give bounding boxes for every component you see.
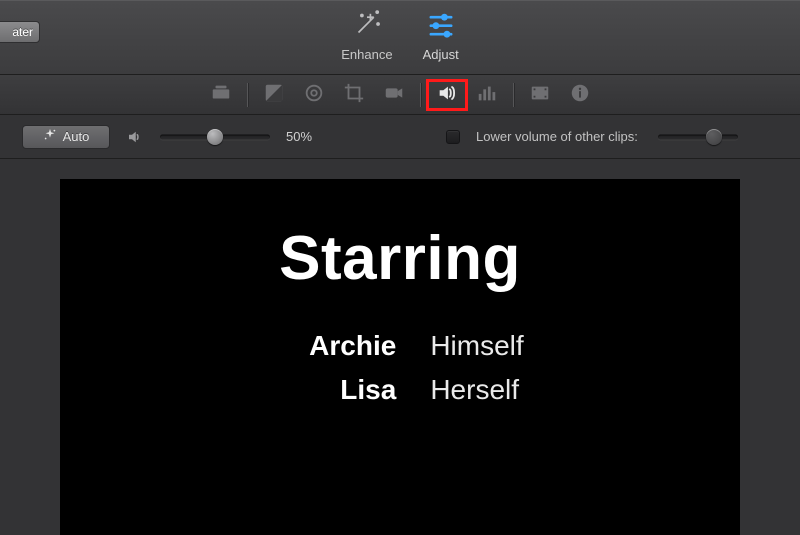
credit-row: Archie Himself bbox=[276, 330, 523, 362]
adjust-tabs-bar bbox=[0, 75, 800, 115]
magic-wand-icon bbox=[350, 7, 384, 41]
speaker-icon bbox=[436, 82, 458, 107]
tab-crop[interactable] bbox=[334, 80, 374, 110]
volume-slider-knob[interactable] bbox=[207, 129, 223, 145]
contrast-icon bbox=[263, 82, 285, 107]
lower-volume-label: Lower volume of other clips: bbox=[476, 129, 638, 144]
tab-clip-info[interactable] bbox=[560, 80, 600, 110]
enhance-label: Enhance bbox=[341, 47, 392, 62]
tab-speed[interactable] bbox=[520, 80, 560, 110]
auto-button[interactable]: Auto bbox=[22, 125, 110, 149]
preview-area: Starring Archie Himself Lisa Herself bbox=[0, 159, 800, 535]
top-tools: Enhance Adjust bbox=[0, 7, 800, 62]
volume-slider[interactable] bbox=[160, 130, 270, 144]
adjust-label: Adjust bbox=[423, 47, 459, 62]
adjust-tool[interactable]: Adjust bbox=[423, 7, 459, 62]
credit-role: Herself bbox=[430, 374, 519, 406]
credit-name: Archie bbox=[276, 330, 396, 362]
separator bbox=[513, 83, 514, 107]
credits-list: Archie Himself Lisa Herself bbox=[276, 330, 523, 406]
credit-row: Lisa Herself bbox=[276, 374, 523, 406]
enhance-tool[interactable]: Enhance bbox=[341, 7, 392, 62]
sparkle-icon bbox=[43, 128, 57, 145]
video-preview[interactable]: Starring Archie Himself Lisa Herself bbox=[60, 179, 740, 535]
tab-noise-reduction[interactable] bbox=[467, 80, 507, 110]
tab-color-correction[interactable] bbox=[254, 80, 294, 110]
sliders-icon bbox=[424, 7, 458, 41]
credit-name: Lisa bbox=[276, 374, 396, 406]
credit-role: Himself bbox=[430, 330, 523, 362]
color-balance-icon bbox=[210, 82, 232, 107]
info-icon bbox=[569, 82, 591, 107]
tab-color-balance[interactable] bbox=[201, 80, 241, 110]
tab-color-wheel[interactable] bbox=[294, 80, 334, 110]
separator bbox=[420, 83, 421, 107]
crop-icon bbox=[343, 82, 365, 107]
top-toolbar: ater Enhance bbox=[0, 0, 800, 75]
volume-percent: 50% bbox=[286, 129, 334, 144]
lower-volume-checkbox[interactable] bbox=[446, 130, 460, 144]
volume-icon bbox=[126, 128, 144, 146]
color-wheel-icon bbox=[303, 82, 325, 107]
lower-volume-slider-knob[interactable] bbox=[706, 129, 722, 145]
lower-volume-slider[interactable] bbox=[658, 130, 738, 144]
tab-volume[interactable] bbox=[427, 80, 467, 110]
auto-label: Auto bbox=[63, 129, 90, 144]
volume-row: Auto 50% Lower volume of other clips: bbox=[0, 115, 800, 159]
tab-stabilization[interactable] bbox=[374, 80, 414, 110]
credits-title: Starring bbox=[279, 223, 521, 294]
camera-icon bbox=[383, 82, 405, 107]
equalizer-icon bbox=[476, 82, 498, 107]
filmstrip-icon bbox=[529, 82, 551, 107]
separator bbox=[247, 83, 248, 107]
